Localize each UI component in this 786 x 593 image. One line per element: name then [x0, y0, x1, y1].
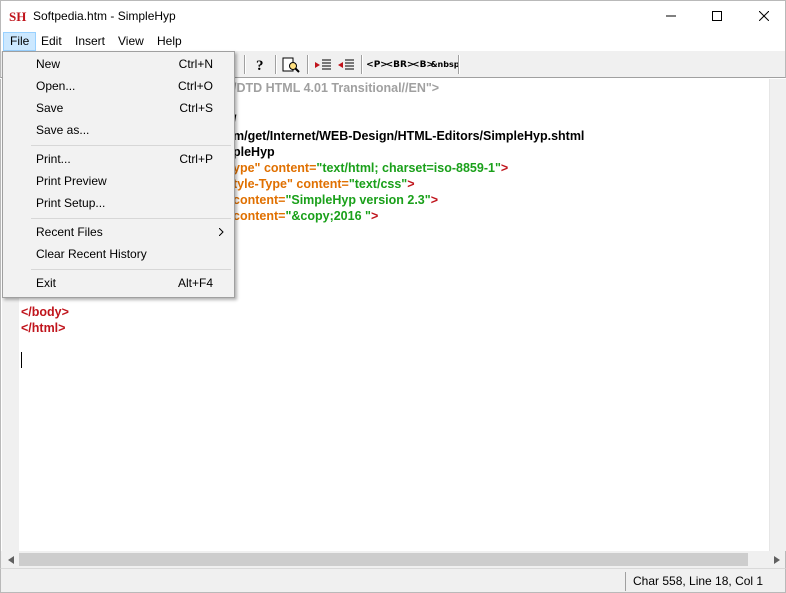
outdent-icon: [338, 59, 354, 69]
code-line: </html>: [21, 321, 65, 337]
menu-item-recent-files[interactable]: Recent Files: [3, 221, 234, 243]
horizontal-scrollbar[interactable]: [0, 551, 786, 568]
toolbar-separator: [307, 55, 309, 74]
code-token: tyle-Type": [233, 177, 293, 191]
indent-icon: [315, 59, 331, 69]
code-token: </body>: [21, 305, 69, 319]
code-line: content="SimpleHyp version 2.3">: [233, 193, 438, 209]
insert-paragraph-button[interactable]: <P>: [366, 54, 388, 75]
window-title: Softpedia.htm - SimpleHyp: [33, 9, 176, 23]
help-button[interactable]: ?: [251, 54, 269, 75]
code-token: >: [370, 209, 379, 223]
code-token: content=: [260, 161, 317, 175]
code-line: /DTD HTML 4.01 Transitional//EN">: [233, 81, 439, 97]
code-token: >: [407, 177, 415, 191]
horizontal-scroll-thumb[interactable]: [19, 553, 748, 566]
menu-file[interactable]: File: [3, 32, 37, 51]
maximize-icon: [712, 11, 722, 21]
menu-item-save-as[interactable]: Save as...: [3, 119, 234, 141]
code-token: m/get/Internet/WEB-Design/HTML-Editors/S…: [233, 129, 585, 143]
menu-item-exit[interactable]: Exit Alt+F4: [3, 272, 234, 294]
code-token: </html>: [21, 321, 66, 335]
menu-separator: [31, 145, 231, 146]
maximize-button[interactable]: [694, 1, 740, 31]
file-menu-dropdown: New Ctrl+N Open... Ctrl+O Save Ctrl+S Sa…: [2, 51, 235, 298]
arrow-right-icon: [773, 555, 780, 564]
menu-view[interactable]: View: [112, 32, 150, 51]
menu-help[interactable]: Help: [151, 32, 188, 51]
outdent-button[interactable]: [336, 54, 356, 75]
code-token: content=: [292, 177, 349, 191]
code-token: >: [430, 193, 438, 207]
menu-edit[interactable]: Edit: [35, 32, 68, 51]
code-line: ype" content="text/html; charset=iso-885…: [233, 161, 508, 177]
svg-text:?: ?: [256, 58, 264, 73]
code-token: "SimpleHyp version 2.3": [285, 193, 431, 207]
svg-text:SH: SH: [9, 9, 26, 24]
menu-item-clear-recent-history[interactable]: Clear Recent History: [3, 243, 234, 265]
indent-button[interactable]: [313, 54, 333, 75]
text-caret: [21, 352, 22, 368]
arrow-left-icon: [7, 555, 14, 564]
code-token: pleHyp: [233, 145, 275, 159]
app-icon: SH: [9, 9, 26, 24]
code-token: content=: [233, 209, 286, 223]
title-bar: SH Softpedia.htm - SimpleHyp: [0, 0, 786, 30]
menu-separator: [31, 218, 231, 219]
toolbar-separator: [458, 55, 460, 74]
code-line: m/get/Internet/WEB-Design/HTML-Editors/S…: [233, 129, 584, 145]
close-button[interactable]: [741, 1, 786, 31]
code-token: /DTD HTML 4.01 Transitional//EN">: [233, 81, 440, 95]
menu-insert[interactable]: Insert: [69, 32, 111, 51]
minimize-button[interactable]: [648, 1, 694, 31]
toolbar-separator: [275, 55, 277, 74]
menu-item-print[interactable]: Print... Ctrl+P: [3, 148, 234, 170]
menu-item-open[interactable]: Open... Ctrl+O: [3, 75, 234, 97]
minimize-icon: [666, 15, 676, 17]
code-line: content="&copy;2016 ">: [233, 209, 378, 225]
cursor-position: Char 558, Line 18, Col 1: [625, 572, 782, 591]
close-icon: [759, 11, 769, 21]
find-icon: [282, 57, 300, 73]
status-bar: Char 558, Line 18, Col 1: [0, 568, 786, 593]
vertical-scrollbar[interactable]: [769, 79, 786, 551]
code-token: >: [500, 161, 509, 175]
scroll-right-button[interactable]: [768, 551, 785, 568]
submenu-arrow-icon: [218, 221, 224, 243]
code-line: pleHyp: [233, 145, 275, 161]
code-line: </body>: [21, 305, 69, 321]
menu-separator: [31, 269, 231, 270]
code-token: "text/css": [348, 177, 408, 191]
insert-break-button[interactable]: <BR>: [386, 54, 415, 75]
code-token: "text/html; charset=iso-8859-1": [316, 161, 501, 175]
code-token: ype": [233, 161, 261, 175]
question-mark-icon: ?: [256, 58, 264, 73]
scroll-left-button[interactable]: [2, 551, 19, 568]
menu-item-new[interactable]: New Ctrl+N: [3, 53, 234, 75]
find-button[interactable]: [281, 54, 301, 75]
menu-bar: File Edit Insert View Help: [0, 30, 786, 51]
toolbar-separator: [361, 55, 363, 74]
code-token: "&copy;2016 ": [285, 209, 371, 223]
code-token: content=: [233, 193, 286, 207]
menu-item-print-preview[interactable]: Print Preview: [3, 170, 234, 192]
toolbar-separator: [244, 55, 246, 74]
menu-item-print-setup[interactable]: Print Setup...: [3, 192, 234, 214]
insert-nbsp-button[interactable]: &nbsp: [431, 54, 460, 75]
code-line: tyle-Type" content="text/css">: [233, 177, 415, 193]
menu-item-save[interactable]: Save Ctrl+S: [3, 97, 234, 119]
